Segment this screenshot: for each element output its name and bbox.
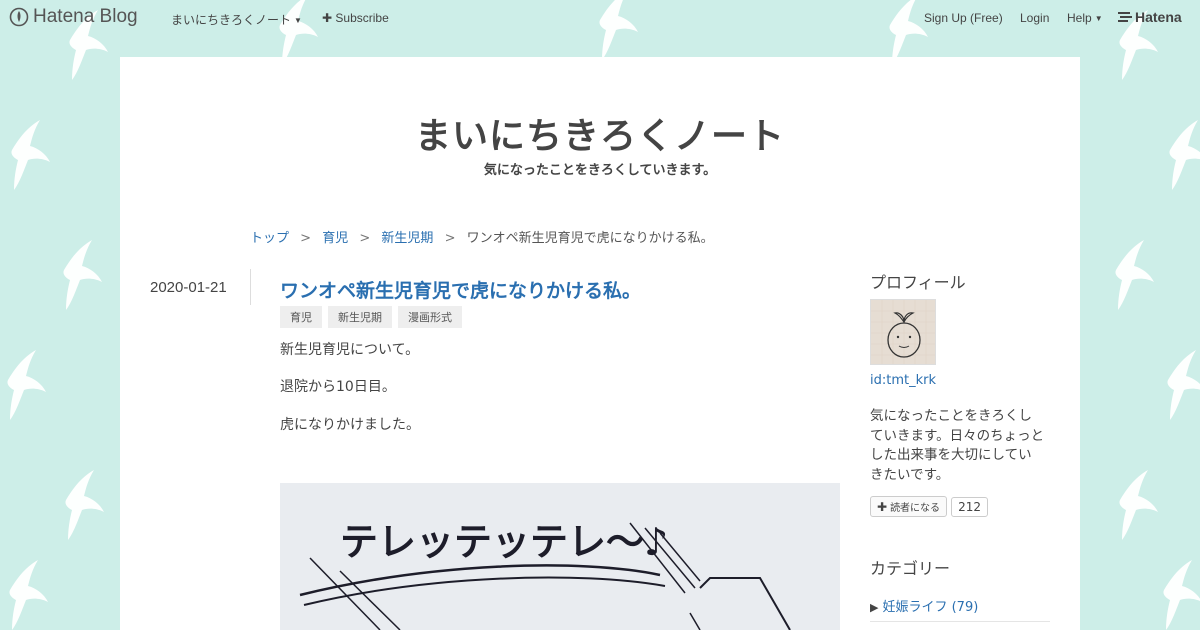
- triangle-right-icon: ▶: [870, 601, 879, 614]
- plus-icon: ✚: [322, 11, 333, 25]
- breadcrumb-separator: >: [300, 231, 312, 246]
- help-menu[interactable]: Help ▼: [1067, 11, 1103, 25]
- hatena-mark-icon: [1118, 12, 1132, 22]
- chevron-down-icon: ▼: [294, 16, 302, 25]
- avatar-illustration: [871, 300, 935, 364]
- breadcrumb-top[interactable]: トップ: [250, 231, 289, 246]
- profile-user-id[interactable]: id:tmt_krk: [870, 373, 936, 388]
- subscribe-button[interactable]: ✚ Subscribe: [322, 11, 389, 25]
- date-divider: [250, 269, 251, 305]
- breadcrumb: トップ > 育児 > 新生児期 > ワンオペ新生児育児で虎になりかける私。: [250, 227, 714, 246]
- breadcrumb-separator: >: [444, 231, 456, 246]
- manga-drawing: テレッテッテレ〜♪: [299, 520, 791, 630]
- tag-manga[interactable]: 漫画形式: [398, 306, 462, 328]
- hatena-blog-logo-icon: [9, 7, 29, 27]
- tag-childcare[interactable]: 育児: [280, 306, 322, 328]
- logo-text: Hatena Blog: [33, 6, 138, 27]
- become-reader-label: 読者になる: [890, 503, 941, 514]
- chevron-down-icon: ▼: [1094, 14, 1103, 23]
- breadcrumb-current: ワンオペ新生児育児で虎になりかける私。: [466, 231, 714, 246]
- plus-icon: ✚: [877, 499, 888, 514]
- global-header: Hatena Blog まいにちきろくノート ▼ ✚ Subscribe Sign…: [0, 0, 1200, 36]
- reader-count[interactable]: 212: [951, 496, 988, 517]
- hatena-blog-logo[interactable]: Hatena Blog: [9, 6, 138, 28]
- entry-paragraph: 虎になりかけました。: [280, 417, 420, 433]
- entry-title[interactable]: ワンオペ新生児育児で虎になりかける私。: [280, 276, 641, 303]
- tag-newborn[interactable]: 新生児期: [328, 306, 392, 328]
- entry-illustration[interactable]: テレッテッテレ〜♪: [280, 483, 840, 630]
- entry-date[interactable]: 2020-01-21: [150, 279, 227, 296]
- help-label: Help: [1067, 11, 1092, 25]
- blog-menu[interactable]: まいにちきろくノート ▼: [171, 11, 302, 28]
- profile-bio: 気になったことをきろくしていきます。日々のちょっとした出来事を大切にしていきたい…: [870, 408, 1045, 483]
- blog-title[interactable]: まいにちきろくノート: [120, 107, 1080, 159]
- hatena-logo[interactable]: Hatena: [1118, 9, 1182, 25]
- breadcrumb-newborn[interactable]: 新生児期: [381, 231, 433, 246]
- hatena-logo-text: Hatena: [1135, 9, 1182, 25]
- category-label: 妊娠ライフ (79): [882, 600, 979, 615]
- breadcrumb-childcare[interactable]: 育児: [322, 231, 348, 246]
- entry-paragraph: 退院から10日目。: [280, 379, 396, 395]
- category-divider: [870, 621, 1050, 622]
- blog-menu-label: まいにちきろくノート: [171, 13, 292, 27]
- signup-link[interactable]: Sign Up (Free): [924, 11, 1003, 25]
- entry-paragraph: 新生児育児について。: [280, 342, 420, 358]
- become-reader-button[interactable]: ✚ 読者になる: [870, 496, 948, 517]
- illustration-text: テレッテッテレ〜♪: [340, 520, 668, 564]
- reader-subscribe: ✚ 読者になる 212: [870, 496, 988, 517]
- profile-heading: プロフィール: [870, 273, 966, 292]
- entry-tags: 育児 新生児期 漫画形式: [280, 306, 462, 328]
- blog-container: まいにちきろくノート 気になったことをきろくしていきます。 トップ > 育児 >…: [120, 57, 1080, 630]
- breadcrumb-separator: >: [359, 231, 371, 246]
- category-item[interactable]: ▶ 妊娠ライフ (79): [870, 596, 978, 615]
- blog-tagline: 気になったことをきろくしていきます。: [483, 163, 717, 178]
- category-heading: カテゴリー: [870, 559, 951, 578]
- avatar[interactable]: [870, 299, 936, 365]
- login-link[interactable]: Login: [1020, 11, 1049, 25]
- subscribe-label: Subscribe: [335, 11, 389, 25]
